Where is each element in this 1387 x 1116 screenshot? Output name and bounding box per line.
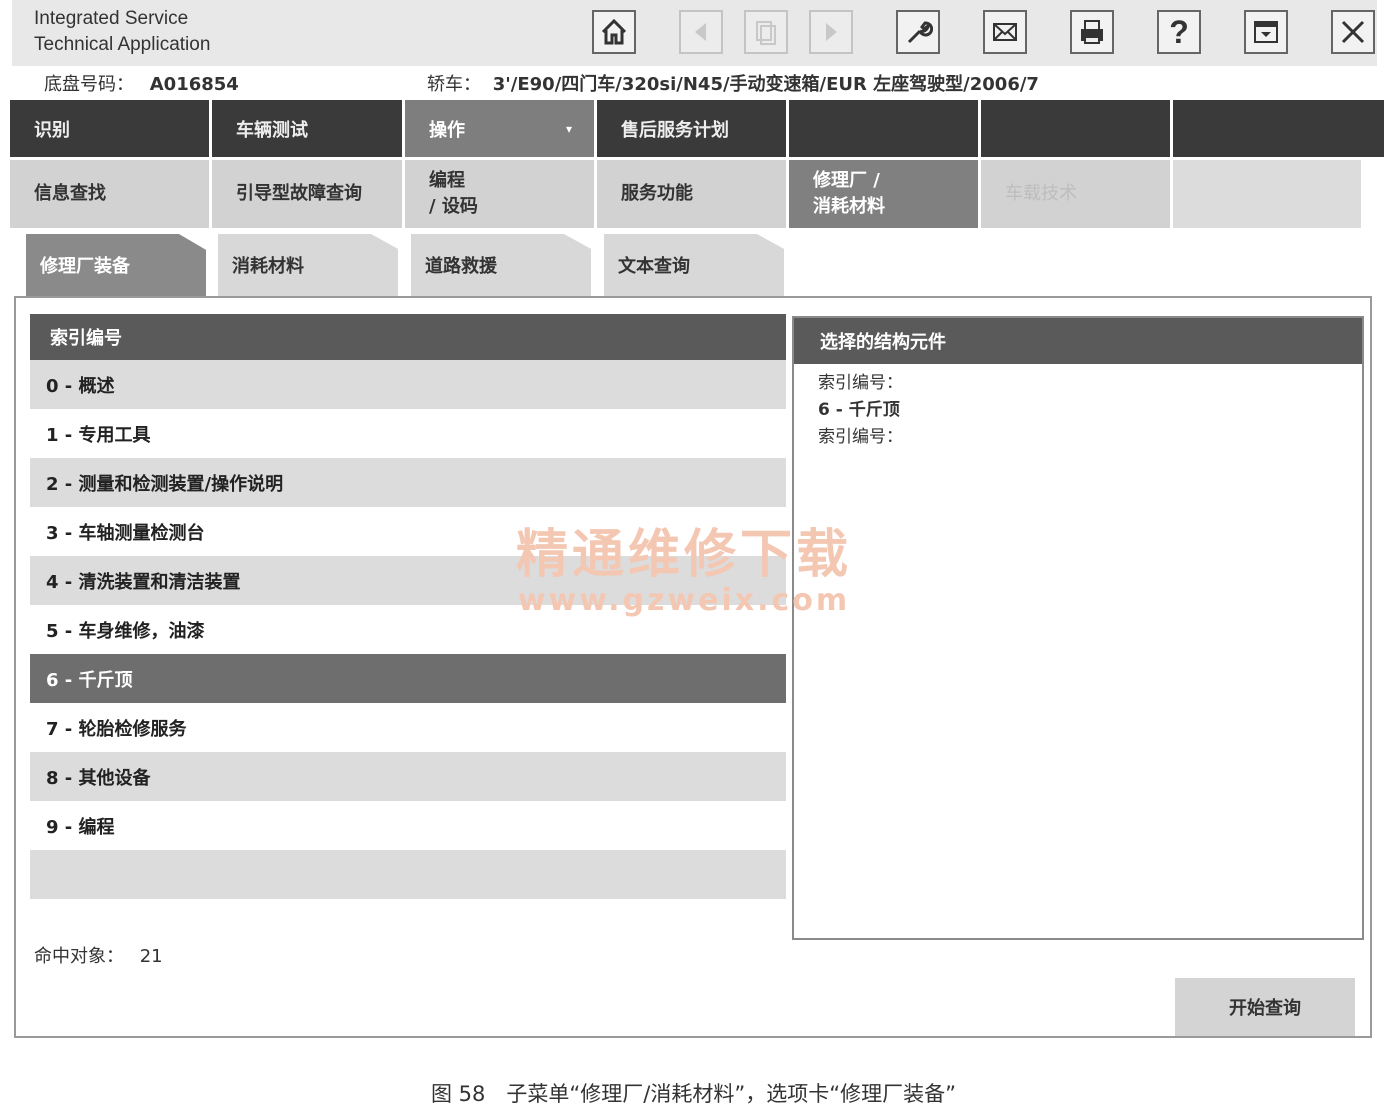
tab-roadside-assistance[interactable]: 道路救援	[411, 234, 591, 296]
tab-consumables[interactable]: 消耗材料	[218, 234, 398, 296]
tab-workshop-equipment[interactable]: 修理厂装备	[26, 234, 206, 300]
list-item[interactable]: 2 - 测量和检测装置/操作说明	[30, 458, 786, 507]
start-search-button[interactable]: 开始查询	[1175, 978, 1355, 1036]
help-button[interactable]: ?	[1157, 10, 1201, 54]
wrench-icon	[907, 21, 933, 44]
list-item[interactable]: 7 - 轮胎检修服务	[30, 703, 786, 752]
list-item[interactable]: 0 - 概述	[30, 360, 786, 409]
tools-button[interactable]	[896, 10, 940, 54]
sub-menu-info-search[interactable]: 信息查找	[10, 160, 209, 228]
app-title-line2: Technical Application	[34, 34, 211, 55]
main-menu-empty-1	[789, 100, 978, 157]
close-icon	[1341, 20, 1365, 44]
print-button[interactable]	[1070, 10, 1114, 54]
component-line: 索引编号：	[818, 427, 903, 447]
back-icon	[695, 23, 706, 41]
document-button[interactable]	[744, 10, 788, 54]
car-value: 3'/E90/四门车/320si/N45/手动变速箱/EUR 左座驾驶型/200…	[492, 74, 1039, 95]
car-label: 轿车：	[427, 74, 481, 95]
mail-icon	[993, 23, 1017, 41]
app-title: Integrated Service Technical Application	[34, 6, 210, 58]
car-info: 轿车： 3'/E90/四门车/320si/N45/手动变速箱/EUR 左座驾驶型…	[427, 70, 1039, 96]
hit-count-value: 21	[139, 946, 163, 967]
sub-menu: 信息查找 引导型故障查询 编程 / 设码 服务功能 修理厂 / 消耗材料 车载技…	[10, 160, 1385, 228]
forward-button[interactable]	[809, 10, 853, 54]
hit-count: 命中对象： 21	[34, 942, 163, 968]
home-button[interactable]	[592, 10, 636, 54]
main-menu-empty-2	[981, 100, 1170, 157]
list-item[interactable]: 5 - 车身维修，油漆	[30, 605, 786, 654]
sub-menu-workshop-consumables[interactable]: 修理厂 / 消耗材料	[789, 160, 978, 228]
main-menu-identify[interactable]: 识别	[10, 100, 209, 157]
chassis-info: 底盘号码： A016854	[44, 70, 239, 96]
help-icon: ?	[1169, 13, 1189, 50]
main-menu-service-plan[interactable]: 售后服务计划	[597, 100, 786, 157]
list-item[interactable]: 8 - 其他设备	[30, 752, 786, 801]
main-menu-empty-3	[1173, 100, 1384, 157]
close-button[interactable]	[1331, 10, 1375, 54]
tab-text-search[interactable]: 文本查询	[604, 234, 784, 296]
app-title-line1: Integrated Service	[34, 8, 189, 29]
window-button[interactable]	[1244, 10, 1288, 54]
index-list: 索引编号 0 - 概述 1 - 专用工具 2 - 测量和检测装置/操作说明 3 …	[30, 314, 786, 938]
app-header: Integrated Service Technical Application…	[12, 0, 1377, 66]
main-menu-vehicle-test[interactable]: 车辆测试	[212, 100, 402, 157]
chassis-label: 底盘号码：	[44, 74, 134, 95]
sub-menu-empty	[1173, 160, 1361, 228]
sub-menu-programming[interactable]: 编程 / 设码	[405, 160, 594, 228]
sub-menu-service-functions[interactable]: 服务功能	[597, 160, 786, 228]
hit-count-label: 命中对象：	[34, 946, 124, 967]
component-panel-header: 选择的结构元件	[794, 318, 1362, 364]
list-item[interactable]: 9 - 编程	[30, 801, 786, 850]
list-item[interactable]: 4 - 清洗装置和清洁装置	[30, 556, 786, 605]
sub-menu-vehicle-tech: 车载技术	[981, 160, 1170, 228]
main-menu: 识别 车辆测试 操作 售后服务计划	[10, 100, 1385, 157]
document-icon	[756, 21, 776, 45]
forward-icon	[826, 23, 837, 41]
selected-component-panel: 选择的结构元件 索引编号： 6 - 千斤顶 索引编号：	[792, 316, 1364, 940]
back-button[interactable]	[679, 10, 723, 54]
chassis-value: A016854	[149, 74, 239, 95]
index-list-header: 索引编号	[30, 314, 786, 360]
component-line: 索引编号：	[818, 373, 903, 393]
home-icon	[601, 18, 627, 45]
figure-caption: 图 58 子菜单“修理厂/消耗材料”，选项卡“修理厂装备”	[431, 1082, 956, 1106]
sub-menu-guided-diagnosis[interactable]: 引导型故障查询	[212, 160, 402, 228]
component-panel-body: 索引编号： 6 - 千斤顶 索引编号：	[794, 364, 1362, 451]
component-line: 6 - 千斤顶	[818, 400, 900, 420]
print-icon	[1081, 20, 1103, 44]
window-icon	[1254, 21, 1278, 43]
mail-button[interactable]	[983, 10, 1027, 54]
main-menu-operation[interactable]: 操作	[405, 100, 594, 157]
list-item[interactable]: 1 - 专用工具	[30, 409, 786, 458]
list-item[interactable]: 3 - 车轴测量检测台	[30, 507, 786, 556]
list-item-empty	[30, 850, 786, 899]
list-item-selected[interactable]: 6 - 千斤顶	[30, 654, 786, 703]
